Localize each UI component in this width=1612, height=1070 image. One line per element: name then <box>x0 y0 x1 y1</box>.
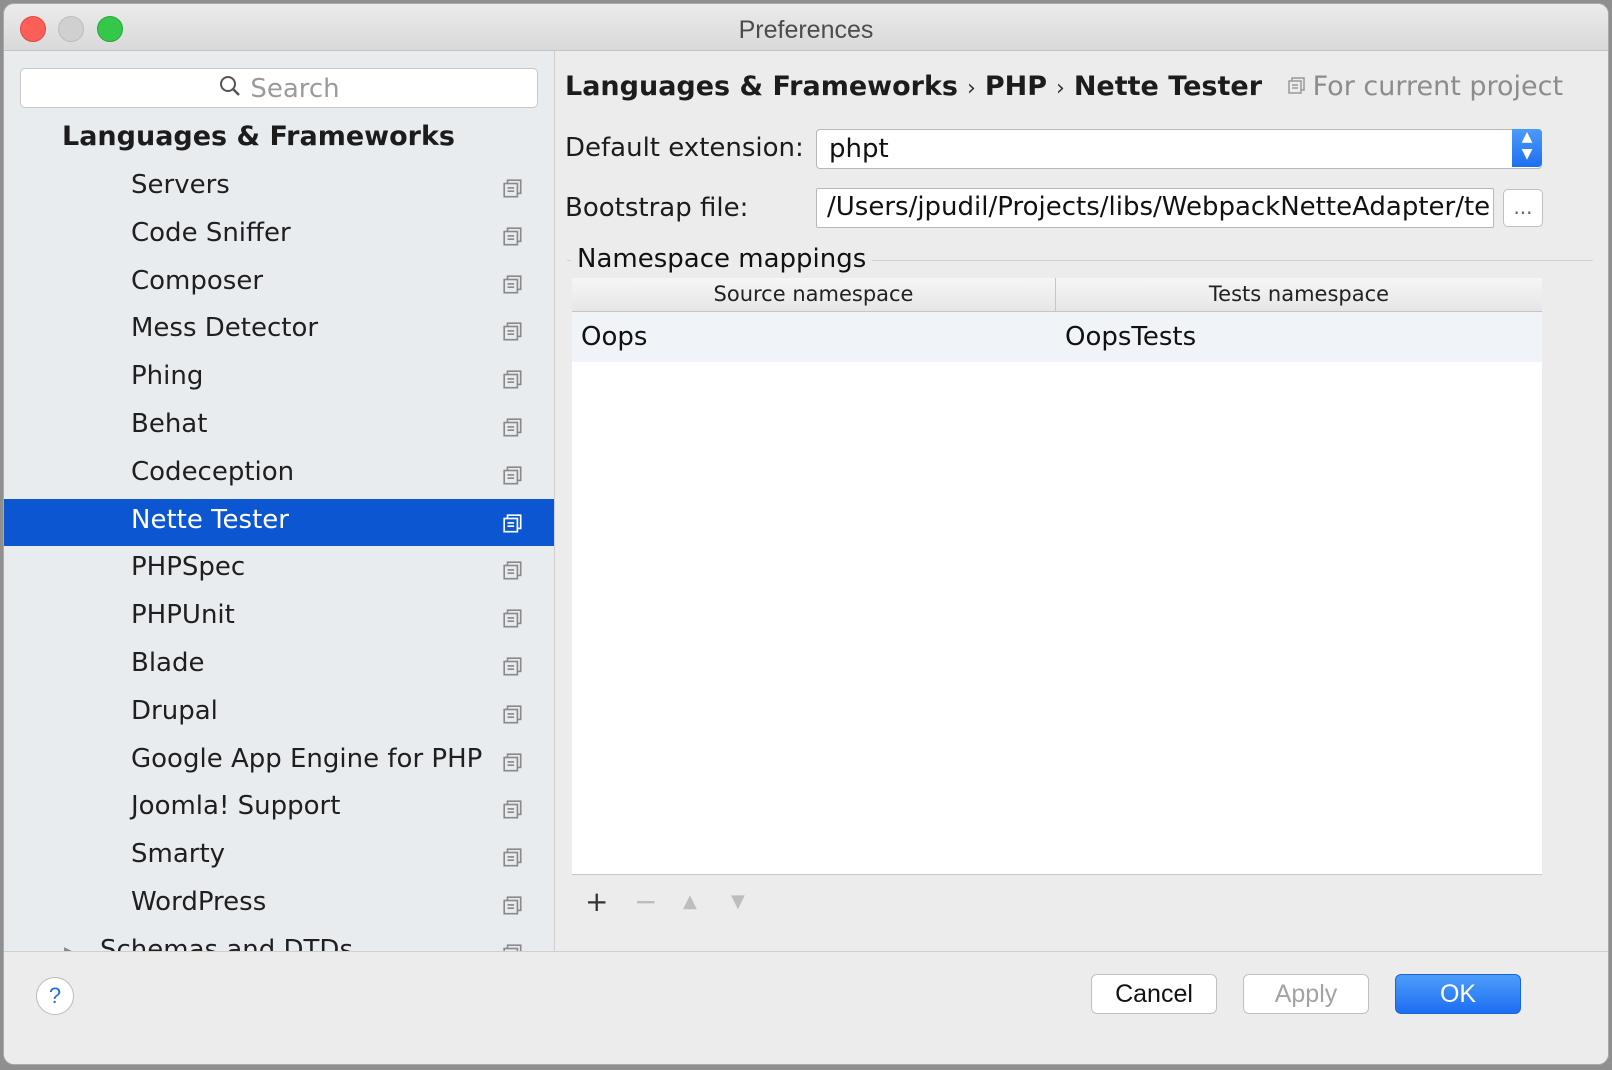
sidebar-item-behat[interactable]: Behat <box>4 403 554 451</box>
sidebar-item-blade[interactable]: Blade <box>4 642 554 690</box>
help-button[interactable]: ? <box>36 977 74 1015</box>
project-config-icon <box>502 226 524 252</box>
sidebar-item-wordpress[interactable]: WordPress <box>4 881 554 929</box>
project-config-icon <box>502 274 524 300</box>
sidebar-item-codeception[interactable]: Codeception <box>4 451 554 499</box>
bootstrap-file-label: Bootstrap file: <box>565 193 749 223</box>
scope-indicator: For current project <box>1287 71 1563 102</box>
sidebar-item-drupal[interactable]: Drupal <box>4 690 554 738</box>
project-config-icon <box>502 895 524 921</box>
sidebar-item-label: Composer <box>131 265 264 296</box>
bootstrap-file-input[interactable]: /Users/jpudil/Projects/libs/WebpackNette… <box>816 188 1494 228</box>
project-config-icon <box>502 513 524 539</box>
sidebar-item-smarty[interactable]: Smarty <box>4 833 554 881</box>
tests-namespace-cell[interactable]: OopsTests <box>1065 322 1196 352</box>
ok-button[interactable]: OK <box>1395 974 1521 1014</box>
dialog-footer: ? Cancel Apply OK <box>4 951 1608 1064</box>
title-bar: Preferences <box>4 4 1608 51</box>
project-config-icon <box>502 704 524 730</box>
add-mapping-button[interactable]: + <box>585 885 608 918</box>
scope-label: For current project <box>1312 71 1564 102</box>
sidebar-item-label: Drupal <box>131 695 218 726</box>
table-header: Source namespace Tests namespace <box>572 278 1542 312</box>
search-input[interactable]: Search <box>20 68 538 108</box>
breadcrumb-separator: › <box>1056 76 1065 101</box>
preferences-window: Preferences Search Languages & Framework… <box>4 4 1608 1064</box>
project-config-icon <box>502 560 524 586</box>
sidebar-item-label: Code Sniffer <box>131 217 291 248</box>
group-title-languages-frameworks: Languages & Frameworks <box>62 121 456 152</box>
sidebar-item-label: Joomla! Support <box>131 791 341 822</box>
sidebar-item-label: Mess Detector <box>131 313 319 344</box>
settings-sidebar: Search Languages & Frameworks Servers Cod… <box>4 51 555 981</box>
project-config-icon <box>502 178 524 204</box>
settings-panel: Languages & Frameworks › PHP › Nette Tester … <box>555 51 1608 981</box>
sidebar-item-label: PHPUnit <box>131 600 235 631</box>
sidebar-item-joomla-support[interactable]: Joomla! Support <box>4 785 554 833</box>
default-extension-label: Default extension: <box>565 133 804 163</box>
breadcrumb-item: PHP <box>984 71 1048 102</box>
column-header-tests[interactable]: Tests namespace <box>1056 282 1542 306</box>
sidebar-item-label: Servers <box>131 170 230 200</box>
project-config-icon <box>502 656 524 682</box>
browse-button[interactable]: ... <box>1503 189 1543 227</box>
remove-mapping-button[interactable]: − <box>634 885 657 918</box>
window-title: Preferences <box>738 16 874 44</box>
sidebar-item-label: PHPSpec <box>131 552 246 583</box>
breadcrumb-item: Languages & Frameworks <box>565 71 959 102</box>
breadcrumb: Languages & Frameworks › PHP › Nette Tester … <box>565 71 1563 103</box>
breadcrumb-item: Nette Tester <box>1073 71 1263 102</box>
chevron-up-down-icon: ▲ ▼ <box>1512 129 1542 167</box>
sidebar-item-label: Nette Tester <box>131 504 289 535</box>
namespace-mappings-table[interactable]: Source namespace Tests namespace Oops Oo… <box>572 278 1542 875</box>
column-header-source[interactable]: Source namespace <box>572 282 1055 306</box>
project-config-icon <box>502 799 524 825</box>
sidebar-item-label: Phing <box>131 361 204 392</box>
source-namespace-cell[interactable]: Oops <box>581 322 647 352</box>
sidebar-item-phpspec[interactable]: PHPSpec <box>4 546 554 594</box>
search-placeholder: Search <box>250 74 340 104</box>
sidebar-item-mess-detector[interactable]: Mess Detector <box>4 307 554 355</box>
sidebar-item-label: Codeception <box>131 456 295 487</box>
search-icon <box>218 74 242 105</box>
project-config-icon <box>502 752 524 778</box>
bootstrap-file-value: /Users/jpudil/Projects/libs/WebpackNette… <box>827 192 1491 222</box>
breadcrumb-separator: › <box>967 76 976 101</box>
sidebar-item-composer[interactable]: Composer <box>4 260 554 308</box>
settings-tree: Servers Code Sniffer Composer Mess Detector… <box>4 164 554 977</box>
sidebar-item-label: Behat <box>131 408 208 439</box>
default-extension-select[interactable]: phpt ▲ ▼ <box>816 129 1542 169</box>
sidebar-item-phpunit[interactable]: PHPUnit <box>4 594 554 642</box>
default-extension-value: phpt <box>829 134 889 164</box>
sidebar-item-code-sniffer[interactable]: Code Sniffer <box>4 212 554 260</box>
sidebar-item-label: Google App Engine for PHP <box>131 743 483 774</box>
project-config-icon <box>502 417 524 443</box>
project-config-icon <box>502 608 524 634</box>
cancel-button[interactable]: Cancel <box>1091 974 1217 1014</box>
sidebar-item-phing[interactable]: Phing <box>4 355 554 403</box>
sidebar-item-label: WordPress <box>131 886 267 917</box>
namespace-mappings-title: Namespace mappings <box>571 244 873 274</box>
project-config-icon <box>1287 72 1307 103</box>
sidebar-item-nette-tester[interactable]: Nette Tester <box>4 498 554 547</box>
sidebar-item-servers[interactable]: Servers <box>4 164 554 212</box>
project-config-icon <box>502 369 524 395</box>
project-config-icon <box>502 321 524 347</box>
project-config-icon <box>502 465 524 491</box>
table-row[interactable]: Oops OopsTests <box>572 312 1542 362</box>
project-config-icon <box>502 847 524 873</box>
sidebar-item-label: Blade <box>131 647 205 678</box>
sidebar-item-google-app-engine-for-php[interactable]: Google App Engine for PHP <box>4 738 554 786</box>
move-down-button[interactable]: ▼ <box>731 891 745 912</box>
sidebar-item-label: Smarty <box>131 839 226 870</box>
apply-button[interactable]: Apply <box>1243 974 1369 1014</box>
move-up-button[interactable]: ▲ <box>683 891 697 912</box>
